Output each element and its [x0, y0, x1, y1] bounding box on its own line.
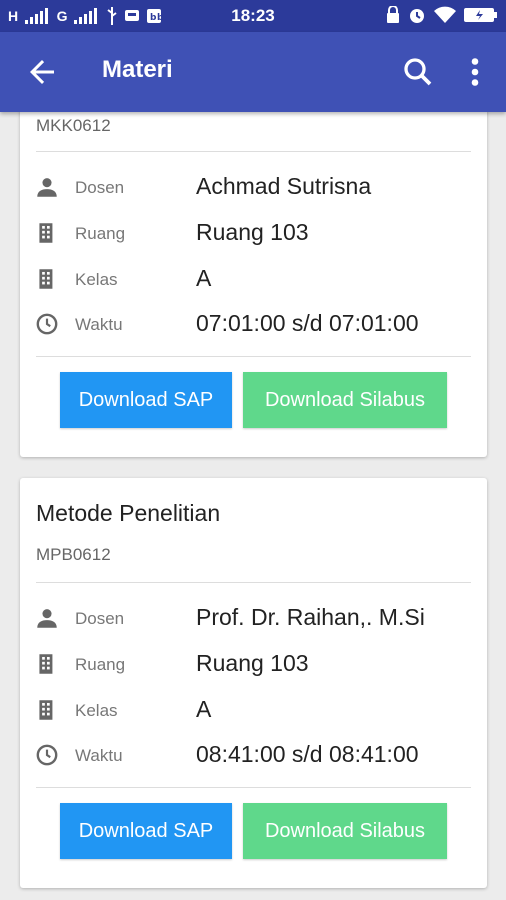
value-dosen: Achmad Sutrisna: [196, 173, 372, 199]
value-ruang: Ruang 103: [196, 219, 309, 245]
divider: [36, 787, 471, 788]
app-bar: Materi: [0, 32, 506, 112]
value-waktu: 08:41:00 s/d 08:41:00: [196, 741, 419, 767]
value-ruang: Ruang 103: [196, 650, 309, 676]
building-icon: [39, 700, 53, 720]
alarm-icon: [410, 9, 424, 23]
download-silabus-button[interactable]: Download Silabus: [243, 803, 447, 859]
label-waktu: Waktu: [75, 315, 123, 334]
info-row-kelas: Kelas A: [20, 260, 487, 300]
info-row-dosen: Dosen Prof. Dr. Raihan,. M.Si: [20, 599, 487, 639]
download-silabus-button[interactable]: Download Silabus: [243, 372, 447, 428]
divider: [36, 151, 471, 152]
search-icon[interactable]: [400, 54, 436, 90]
info-row-waktu: Waktu 07:01:00 s/d 07:01:00: [20, 305, 487, 345]
label-waktu: Waktu: [75, 746, 123, 765]
clock-icon: [36, 313, 58, 335]
label-kelas: Kelas: [75, 270, 118, 289]
person-icon: [37, 178, 57, 197]
info-row-waktu: Waktu 08:41:00 s/d 08:41:00: [20, 736, 487, 776]
info-row-dosen: Dosen Achmad Sutrisna: [20, 168, 487, 208]
course-card: MKK0612 Dosen Achmad Sutrisna Ruang Ruan…: [20, 60, 487, 457]
more-options-icon[interactable]: [460, 54, 490, 90]
building-icon: [39, 223, 53, 243]
label-kelas: Kelas: [75, 701, 118, 720]
info-row-ruang: Ruang Ruang 103: [20, 214, 487, 254]
label-ruang: Ruang: [75, 655, 126, 674]
wifi-icon: [434, 6, 456, 23]
download-sap-button[interactable]: Download SAP: [60, 803, 232, 859]
info-row-kelas: Kelas A: [20, 691, 487, 731]
battery-icon: [464, 8, 497, 22]
course-card: Metode Penelitian MPB0612 Dosen Prof. Dr…: [20, 478, 487, 888]
status-bar: H G bb 18:23: [0, 0, 506, 32]
back-arrow-icon[interactable]: [24, 54, 60, 90]
clock-icon: [36, 744, 58, 766]
value-waktu: 07:01:00 s/d 07:01:00: [196, 310, 419, 336]
value-kelas: A: [196, 265, 212, 291]
person-icon: [37, 609, 57, 628]
course-code: MKK0612: [36, 116, 111, 135]
status-right: [386, 6, 498, 24]
building-icon: [39, 269, 53, 289]
info-row-ruang: Ruang Ruang 103: [20, 645, 487, 685]
label-dosen: Dosen: [75, 178, 125, 197]
value-dosen: Prof. Dr. Raihan,. M.Si: [196, 604, 425, 630]
page-title: Materi: [102, 56, 173, 83]
value-kelas: A: [196, 696, 212, 722]
label-dosen: Dosen: [75, 609, 125, 628]
lock-icon: [387, 6, 399, 23]
label-ruang: Ruang: [75, 224, 126, 243]
course-code: MPB0612: [36, 545, 111, 564]
building-icon: [39, 654, 53, 674]
divider: [36, 582, 471, 583]
divider: [36, 356, 471, 357]
course-title: Metode Penelitian: [36, 500, 221, 526]
download-sap-button[interactable]: Download SAP: [60, 372, 232, 428]
